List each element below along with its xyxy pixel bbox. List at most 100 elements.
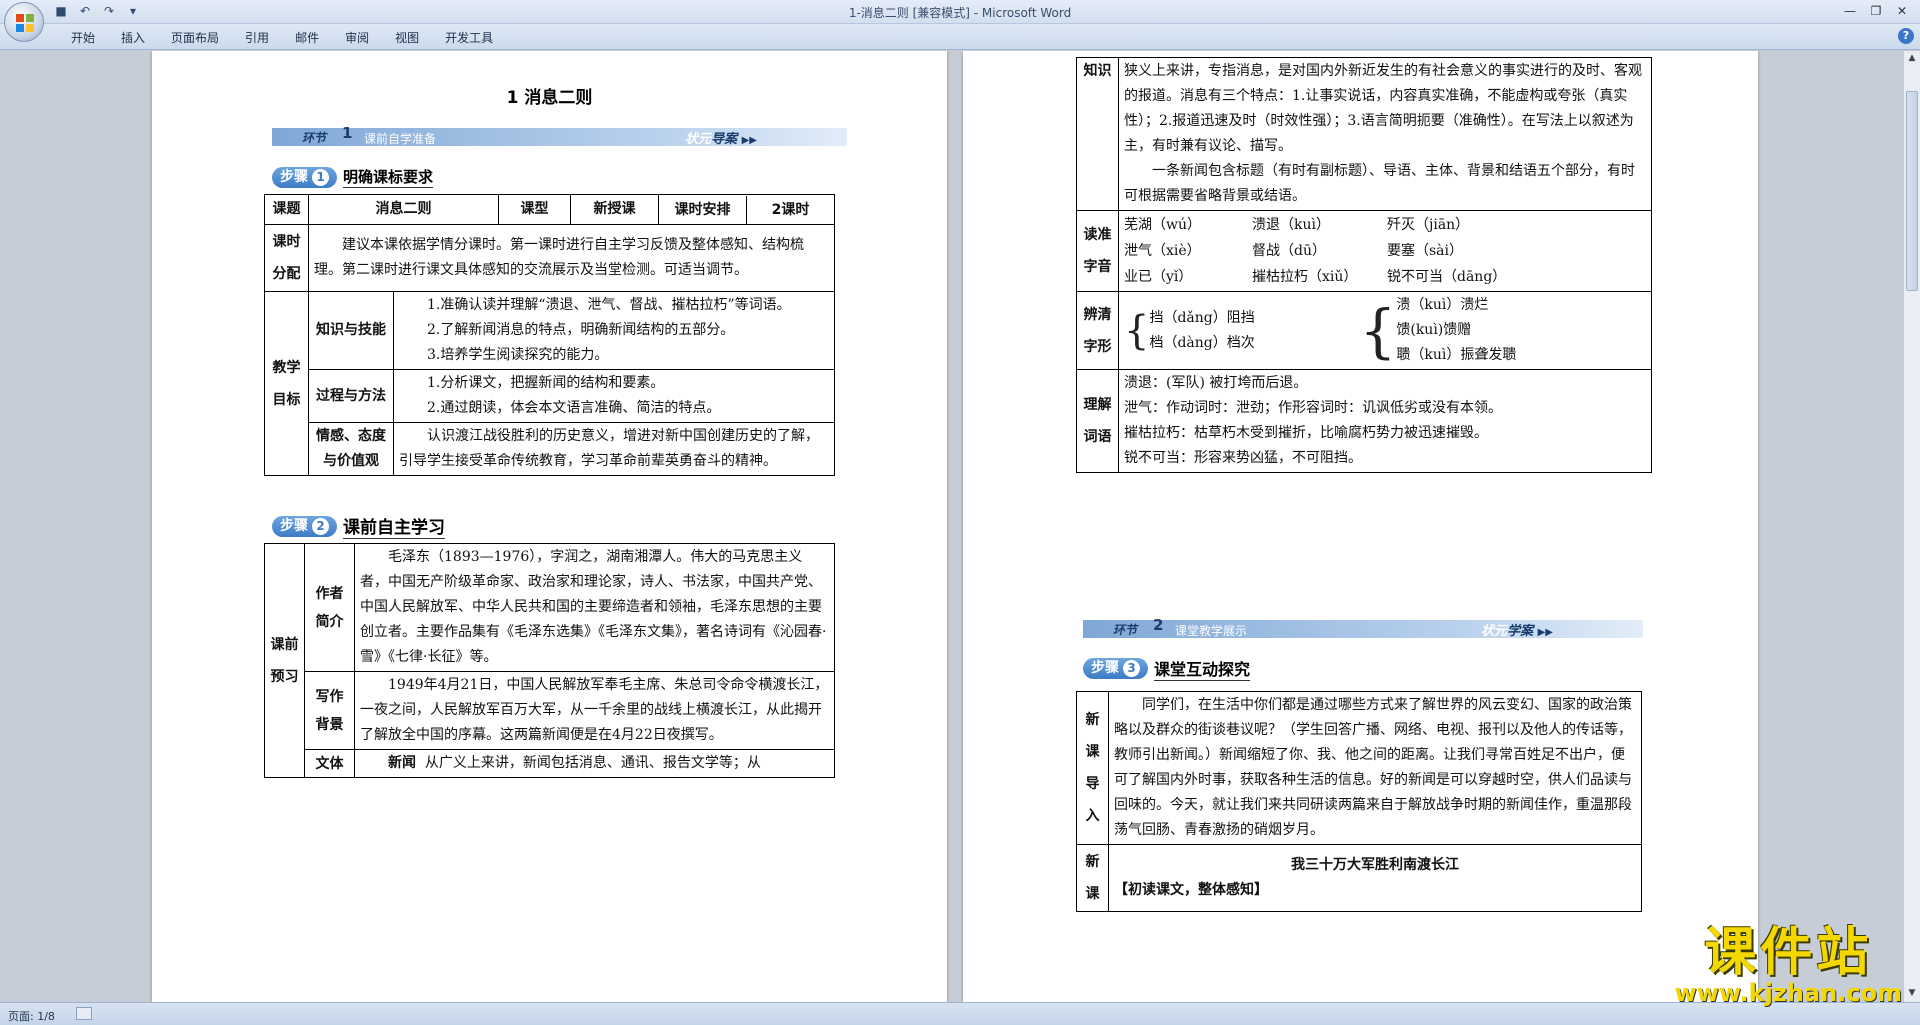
knowledge-paragraph: 狭义上来讲，专指消息，是对国内外新近发生的有社会意义的事实进行的及时、客观的报道… bbox=[1124, 63, 1642, 154]
step-pill-label: 步骤 bbox=[1091, 659, 1119, 676]
step-title: 课堂互动探究 bbox=[1154, 656, 1251, 681]
intro-text: 同学们，在生活中你们都是通过哪些方式来了解世界的风云变幻、国家的政治策略以及群众… bbox=[1108, 691, 1642, 845]
banner-subtitle: 课前自学准备 bbox=[364, 132, 437, 146]
table-cell: 课型 bbox=[498, 194, 571, 225]
scroll-up-icon[interactable]: ▲ bbox=[1906, 53, 1918, 65]
goal-text: 1.分析课文，把握新闻的结构和要素。 2.通过朗读，体会本文语言准确、简洁的特点… bbox=[393, 369, 835, 423]
help-icon[interactable]: ? bbox=[1898, 28, 1914, 44]
tab-view[interactable]: 视图 bbox=[382, 29, 432, 47]
close-icon[interactable]: ✕ bbox=[1890, 2, 1914, 20]
scroll-thumb[interactable] bbox=[1906, 91, 1918, 291]
tab-page-layout[interactable]: 页面布局 bbox=[158, 29, 232, 47]
row-label: 新课 bbox=[1076, 844, 1109, 912]
page-2: 知识 狭义上来讲，专指消息，是对国内外新近发生的有社会意义的事实进行的及时、客观… bbox=[963, 51, 1758, 1002]
background-text: 1949年4月21日，中国人民解放军奉毛主席、朱总司令命令横渡长江，一夜之间，人… bbox=[354, 671, 835, 750]
lesson-title: 我三十万大军胜利南渡长江 bbox=[1291, 857, 1459, 873]
step-3-heading: 步骤 3 课堂互动探究 bbox=[1083, 656, 1251, 681]
step-pill-label: 步骤 bbox=[280, 517, 308, 534]
goal-text: 认识渡江战役胜利的历史意义，增进对新中国创建历史的了解，引导学生接受革命传统教育… bbox=[393, 422, 835, 476]
pronounce-item: 泄气（xiè） bbox=[1124, 243, 1201, 259]
tab-insert[interactable]: 插入 bbox=[108, 29, 158, 47]
page-indicator[interactable]: 页面: 1/8 bbox=[8, 1008, 55, 1024]
goal-name: 情感、态度与价值观 bbox=[308, 422, 394, 476]
allocation-text: 建议本课依据学情分课时。第一课时进行自主学习反馈及整体感知、结构梳理。第二课时进… bbox=[308, 224, 835, 292]
row-label: 辨清字形 bbox=[1076, 291, 1119, 370]
pronounce-item: 业已（yǐ） bbox=[1124, 269, 1193, 285]
row-label: 知识 bbox=[1076, 57, 1119, 211]
step-title: 课前自主学习 bbox=[343, 513, 445, 539]
tab-home[interactable]: 开始 bbox=[58, 29, 108, 47]
page-title: 1 消息二则 bbox=[506, 88, 593, 108]
window-controls: — ❐ ✕ bbox=[1838, 2, 1914, 20]
banner-right-b: 学案 bbox=[1507, 624, 1534, 639]
banner-number: 2 bbox=[1153, 616, 1164, 634]
vertical-scrollbar[interactable]: ▲ ▼ bbox=[1903, 51, 1920, 1002]
step-pill: 步骤 2 bbox=[272, 515, 337, 537]
pronounce-item: 锐不可当（dāng） bbox=[1387, 269, 1507, 285]
goal-name: 知识与技能 bbox=[308, 291, 394, 370]
status-bar: 页面: 1/8 bbox=[0, 1002, 1920, 1025]
step-pill: 步骤 3 bbox=[1083, 657, 1148, 679]
page-1: 1 消息二则 环节 1 课前自学准备 状元导案 ▶▶ 步骤 1 明确课标要求 课题… bbox=[152, 51, 947, 1002]
window-title: 1-消息二则 [兼容模式] - Microsoft Word bbox=[848, 6, 1072, 20]
understand-line: 溃退：(军队) 被打垮而后退。 bbox=[1124, 375, 1308, 391]
scroll-down-icon[interactable]: ▼ bbox=[1906, 988, 1918, 1000]
banner-number: 1 bbox=[342, 124, 353, 142]
document-workspace: 1 消息二则 环节 1 课前自学准备 状元导案 ▶▶ 步骤 1 明确课标要求 课题… bbox=[0, 51, 1903, 1002]
table-cell: 新授课 bbox=[570, 194, 659, 225]
sub-label: 写作背景 bbox=[304, 671, 355, 750]
genre-text: 新闻 从广义上来讲，新闻包括消息、通讯、报告文学等；从 bbox=[354, 749, 835, 778]
lesson-subheading: 【初读课文，整体感知】 bbox=[1114, 882, 1268, 898]
ribbon-tabs: 开始 插入 页面布局 引用 邮件 审阅 视图 开发工具 bbox=[58, 29, 506, 47]
goal-name: 过程与方法 bbox=[308, 369, 394, 423]
banner-right-a: 状元 bbox=[685, 132, 712, 147]
office-button[interactable] bbox=[4, 2, 44, 42]
goal-line: 2.了解新闻消息的特点，明确新闻结构的五部分。 bbox=[427, 322, 735, 338]
classroom-table: 新课导入 同学们，在生活中你们都是通过哪些方式来了解世界的风云变幻、国家的政治策… bbox=[1076, 691, 1642, 912]
table-cell: 课题 bbox=[264, 194, 309, 225]
step-1-heading: 步骤 1 明确课标要求 bbox=[272, 166, 434, 188]
row-label: 课前预习 bbox=[264, 543, 305, 778]
knowledge-table: 知识 狭义上来讲，专指消息，是对国内外新近发生的有社会意义的事实进行的及时、客观… bbox=[1076, 57, 1652, 473]
distinguish-item: 馈(kuì)馈赠 bbox=[1396, 322, 1472, 338]
watermark-logo: 课件站 bbox=[1704, 923, 1873, 983]
banner-right: 状元学案 ▶▶ bbox=[1481, 620, 1553, 639]
pronounce-item: 溃退（kuì） bbox=[1252, 217, 1330, 233]
table-cell: 课时安排 2课时 bbox=[658, 194, 835, 225]
banner-label: 环节 bbox=[1113, 623, 1138, 637]
double-arrow-icon: ▶▶ bbox=[1537, 627, 1553, 638]
minimize-icon[interactable]: — bbox=[1838, 2, 1862, 20]
goal-text: 1.准确认读并理解“溃退、泄气、督战、摧枯拉朽”等词语。 2.了解新闻消息的特点… bbox=[393, 291, 835, 370]
banner-right: 状元导案 ▶▶ bbox=[685, 128, 757, 147]
banner-right-a: 状元 bbox=[1481, 624, 1508, 639]
step-2-heading: 步骤 2 课前自主学习 bbox=[272, 513, 445, 539]
tab-review[interactable]: 审阅 bbox=[332, 29, 382, 47]
tab-developer[interactable]: 开发工具 bbox=[432, 29, 506, 47]
site-watermark: 课件站 www.kjzhan.com bbox=[1675, 910, 1902, 1007]
pronounce-item: 歼灭（jiān） bbox=[1387, 217, 1470, 233]
pronounce-item: 摧枯拉朽（xiǔ） bbox=[1252, 269, 1358, 285]
banner-right-b: 导案 bbox=[711, 132, 738, 147]
distinguish-item: 档（dàng）档次 bbox=[1149, 334, 1255, 351]
ribbon: 开始 插入 页面布局 引用 邮件 审阅 视图 开发工具 ? bbox=[0, 24, 1920, 50]
course-table: 课题 消息二则 课型 新授课 课时安排 2课时 课时分配 建议本课依据学情分课时… bbox=[264, 194, 835, 476]
goal-line: 2.通过朗读，体会本文语言准确、简洁的特点。 bbox=[427, 400, 721, 416]
tab-references[interactable]: 引用 bbox=[232, 29, 282, 47]
restore-icon[interactable]: ❐ bbox=[1864, 2, 1888, 20]
goal-line: 1.准确认读并理解“溃退、泄气、督战、摧枯拉朽”等词语。 bbox=[427, 297, 791, 313]
table-cell-inner: 2课时 bbox=[771, 201, 810, 218]
step-title: 明确课标要求 bbox=[343, 168, 434, 188]
tab-mailings[interactable]: 邮件 bbox=[282, 29, 332, 47]
sub-label: 文体 bbox=[304, 749, 355, 778]
knowledge-paragraph: 一条新闻包含标题（有时有副标题）、导语、主体、背景和结语五个部分，有时可根据需要… bbox=[1124, 163, 1635, 204]
section-banner-2: 环节 2 课堂教学展示 状元学案 ▶▶ bbox=[1083, 616, 1643, 639]
pronounce-item: 督战（dū） bbox=[1252, 243, 1326, 259]
understand-cell: 溃退：(军队) 被打垮而后退。 泄气：作动词时：泄劲；作形容词时：讥讽低劣或没有… bbox=[1118, 369, 1652, 473]
row-label: 教学目标 bbox=[264, 291, 309, 476]
table-cell-inner: 课时安排 bbox=[659, 195, 747, 224]
distinguish-item: 挡（dǎng）阻挡 bbox=[1149, 309, 1255, 326]
office-logo-icon bbox=[16, 14, 34, 32]
preview-table: 课前预习 作者简介 毛泽东（1893—1976），字润之，湖南湘潭人。伟大的马克… bbox=[264, 543, 835, 778]
step-pill: 步骤 1 bbox=[272, 166, 337, 188]
proofing-icon[interactable] bbox=[76, 1007, 92, 1020]
